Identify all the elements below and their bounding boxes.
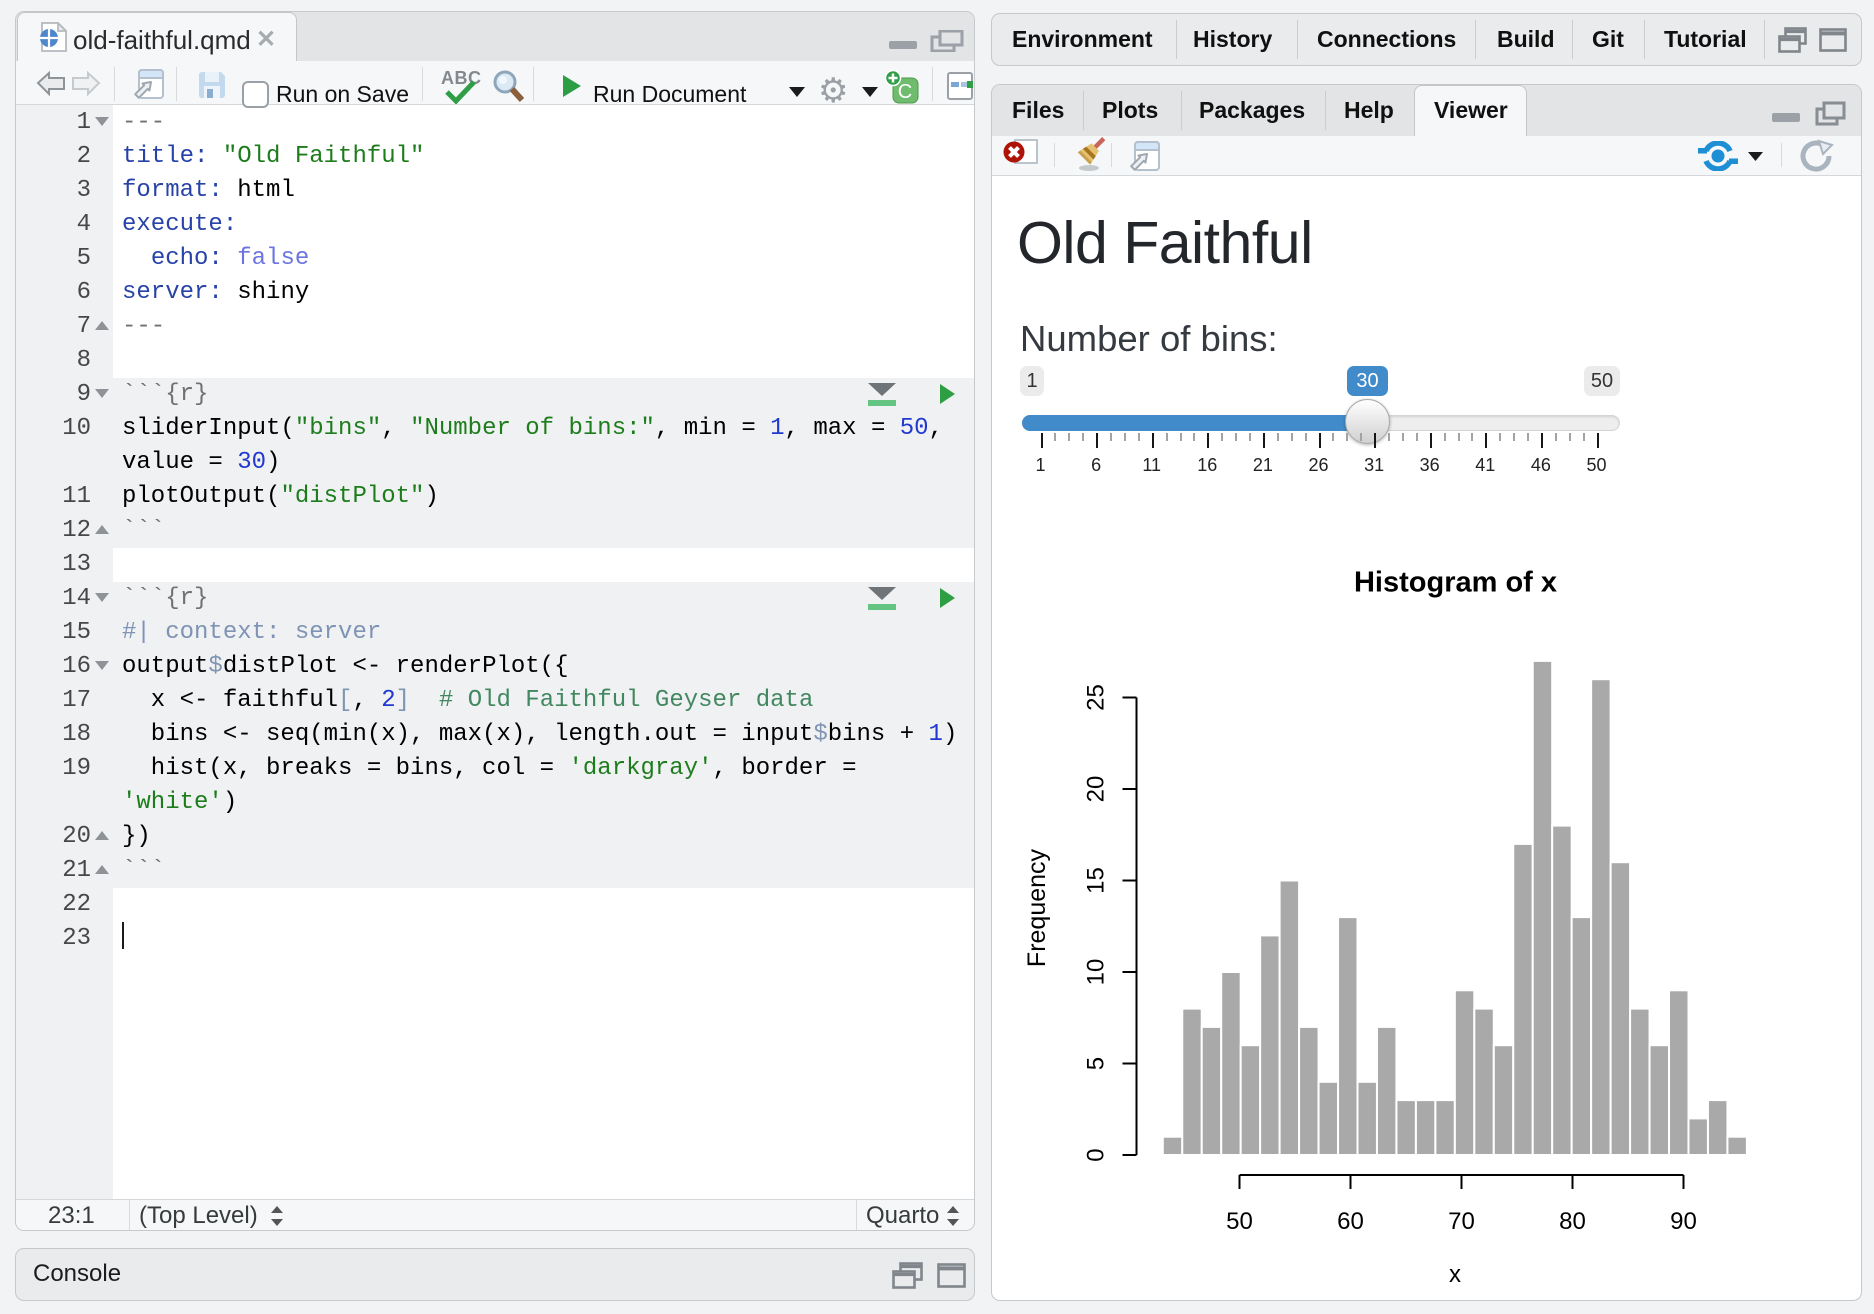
svg-text:Histogram of x: Histogram of x [1354, 567, 1557, 599]
svg-text:20: 20 [1083, 776, 1110, 803]
svg-text:0: 0 [1083, 1148, 1110, 1161]
svg-text:Frequency: Frequency [1023, 848, 1051, 967]
svg-text:60: 60 [1337, 1208, 1364, 1235]
svg-text:80: 80 [1559, 1208, 1586, 1235]
svg-text:70: 70 [1448, 1208, 1475, 1235]
svg-text:25: 25 [1083, 684, 1110, 711]
svg-text:5: 5 [1083, 1057, 1110, 1070]
svg-text:90: 90 [1670, 1208, 1697, 1235]
svg-text:15: 15 [1083, 867, 1110, 894]
svg-text:10: 10 [1083, 959, 1110, 986]
svg-text:x: x [1449, 1261, 1461, 1288]
svg-text:50: 50 [1226, 1208, 1253, 1235]
svg-text:C: C [898, 81, 912, 103]
